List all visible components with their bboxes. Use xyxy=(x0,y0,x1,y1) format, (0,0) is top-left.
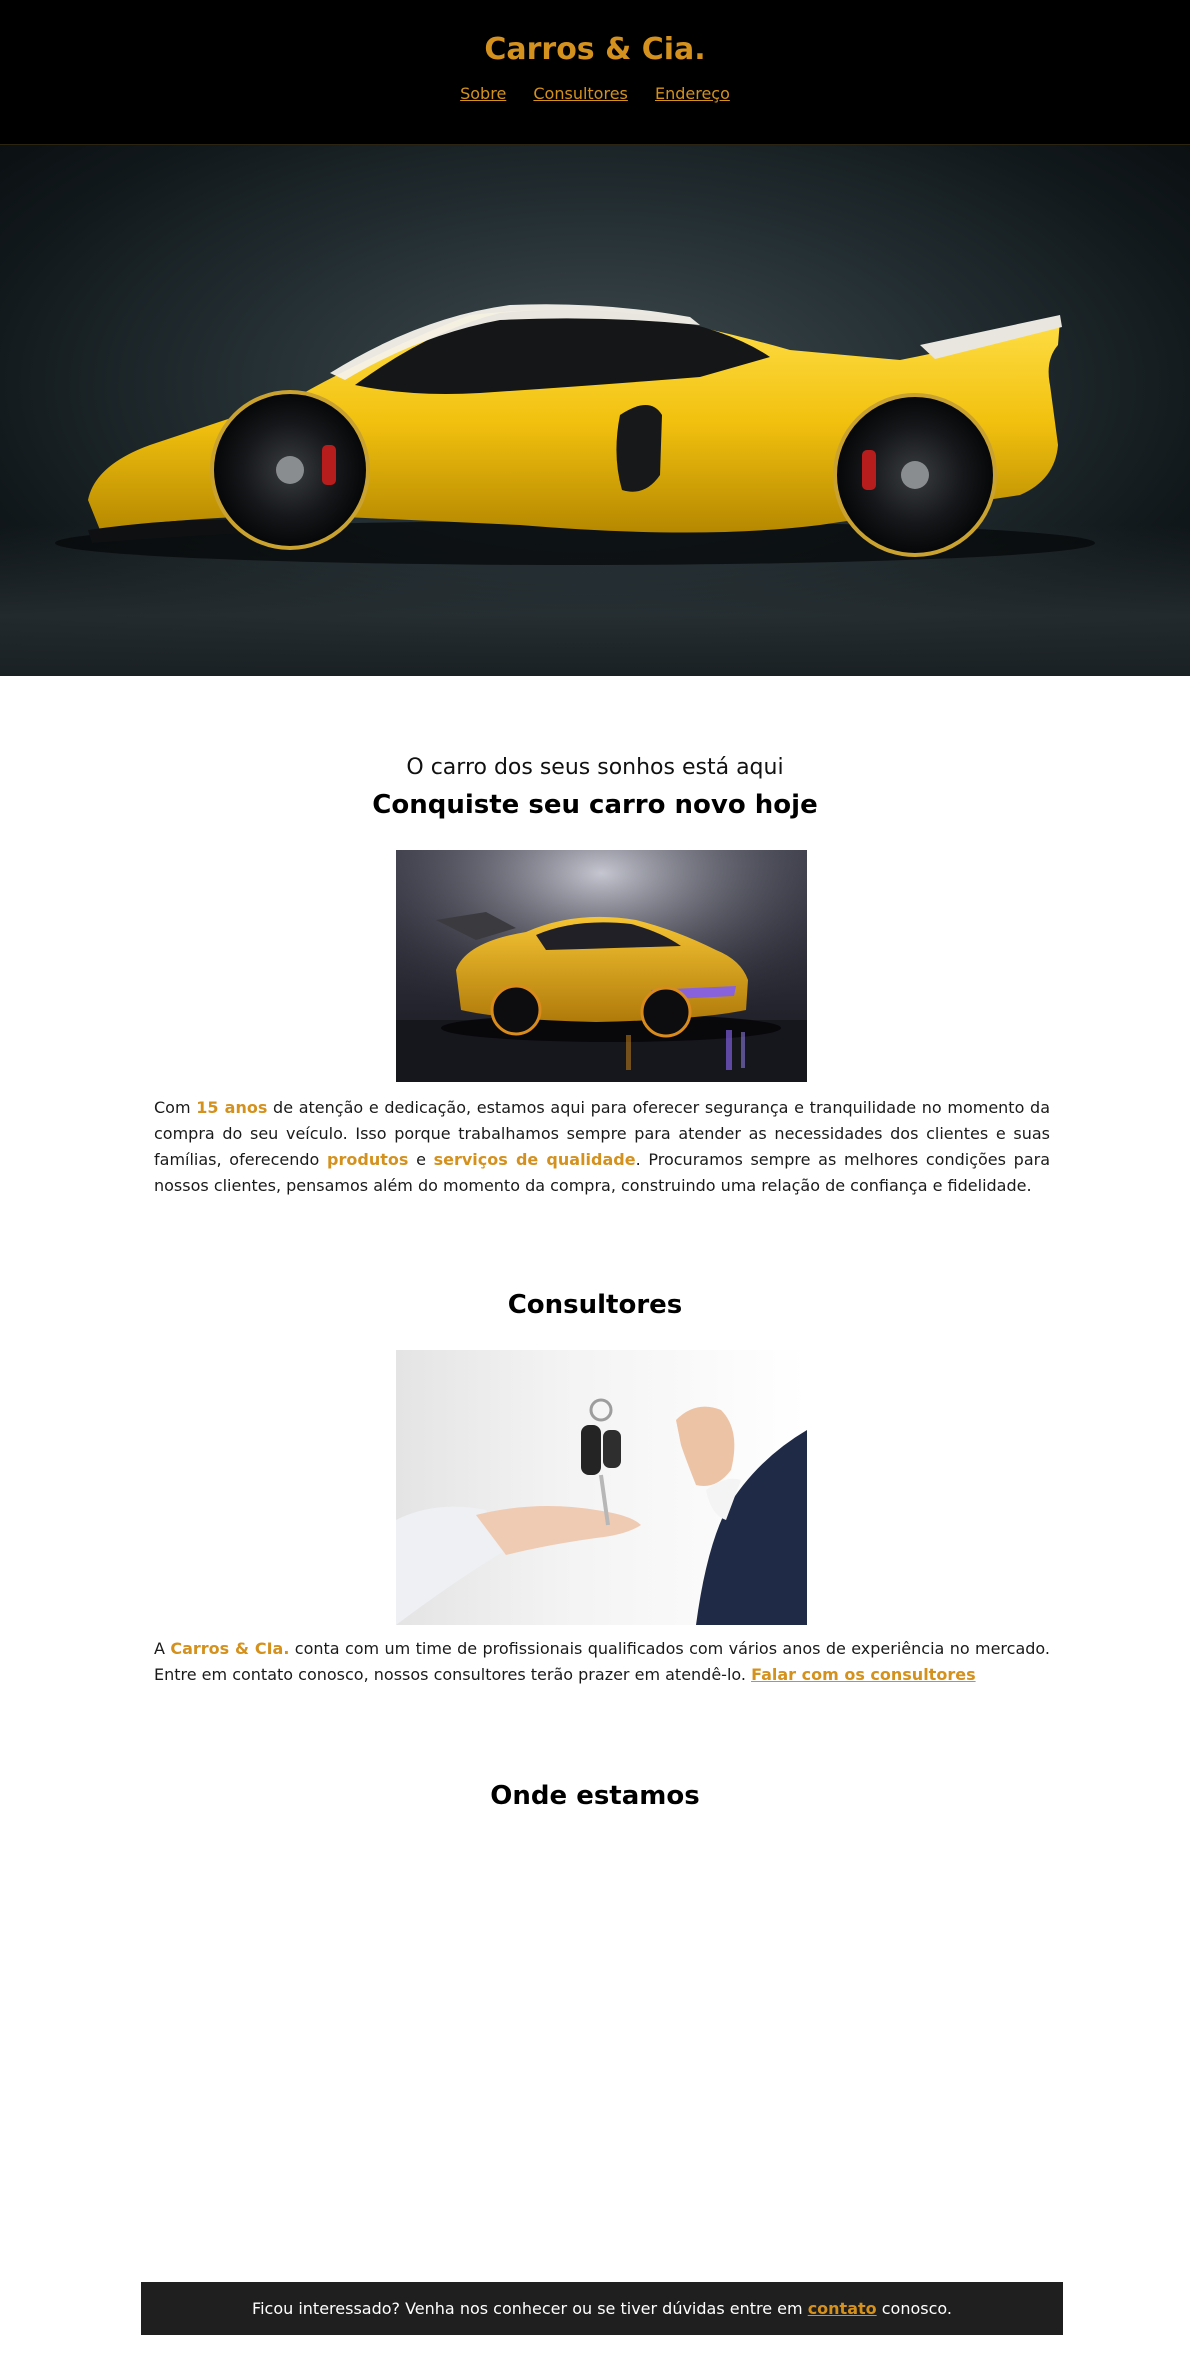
hero-tagline: O carro dos seus sonhos está aqui xyxy=(406,755,784,780)
footer-text-before: Ficou interessado? Venha nos conhecer ou… xyxy=(252,2299,808,2318)
main-nav: Sobre Consultores Endereço xyxy=(0,84,1190,103)
section-heading-conquiste: Conquiste seu carro novo hoje xyxy=(372,790,818,820)
hero-banner-image xyxy=(0,145,1190,676)
car-keys-image xyxy=(396,1350,807,1625)
nav-link-consultores[interactable]: Consultores xyxy=(533,84,628,103)
consultores-paragraph: A Carros & CIa. conta com um time de pro… xyxy=(154,1636,1050,1688)
hero-car-illustration xyxy=(55,304,1095,565)
nav-link-sobre[interactable]: Sobre xyxy=(460,84,506,103)
highlight-servicos: serviços de qualidade xyxy=(433,1150,636,1169)
sports-car-illustration xyxy=(396,850,807,1082)
intro-paragraph: Com 15 anos de atenção e dedicação, esta… xyxy=(154,1095,1050,1199)
highlight-brand: Carros & CIa. xyxy=(170,1639,290,1658)
intro-text-1: Com xyxy=(154,1098,197,1117)
footer-text-after: conosco. xyxy=(876,2299,952,2318)
intro-text-3: e xyxy=(408,1150,434,1169)
highlight-15-anos: 15 anos xyxy=(196,1098,268,1117)
sports-car-image xyxy=(396,850,807,1082)
footer-contact-link[interactable]: contato xyxy=(808,2299,877,2318)
site-header: Carros & Cia. Sobre Consultores Endereço xyxy=(0,0,1190,145)
section-heading-consultores: Consultores xyxy=(507,1290,683,1320)
consultores-text-1: A xyxy=(154,1639,171,1658)
footer-contact-bar: Ficou interessado? Venha nos conhecer ou… xyxy=(141,2282,1063,2335)
highlight-produtos: produtos xyxy=(327,1150,409,1169)
falar-consultores-link[interactable]: Falar com os consultores xyxy=(751,1665,976,1684)
nav-link-endereco[interactable]: Endereço xyxy=(655,84,730,103)
brand-title: Carros & Cia. xyxy=(484,32,706,67)
keys-handover-illustration xyxy=(396,1398,807,1625)
section-heading-onde-estamos: Onde estamos xyxy=(490,1781,700,1811)
